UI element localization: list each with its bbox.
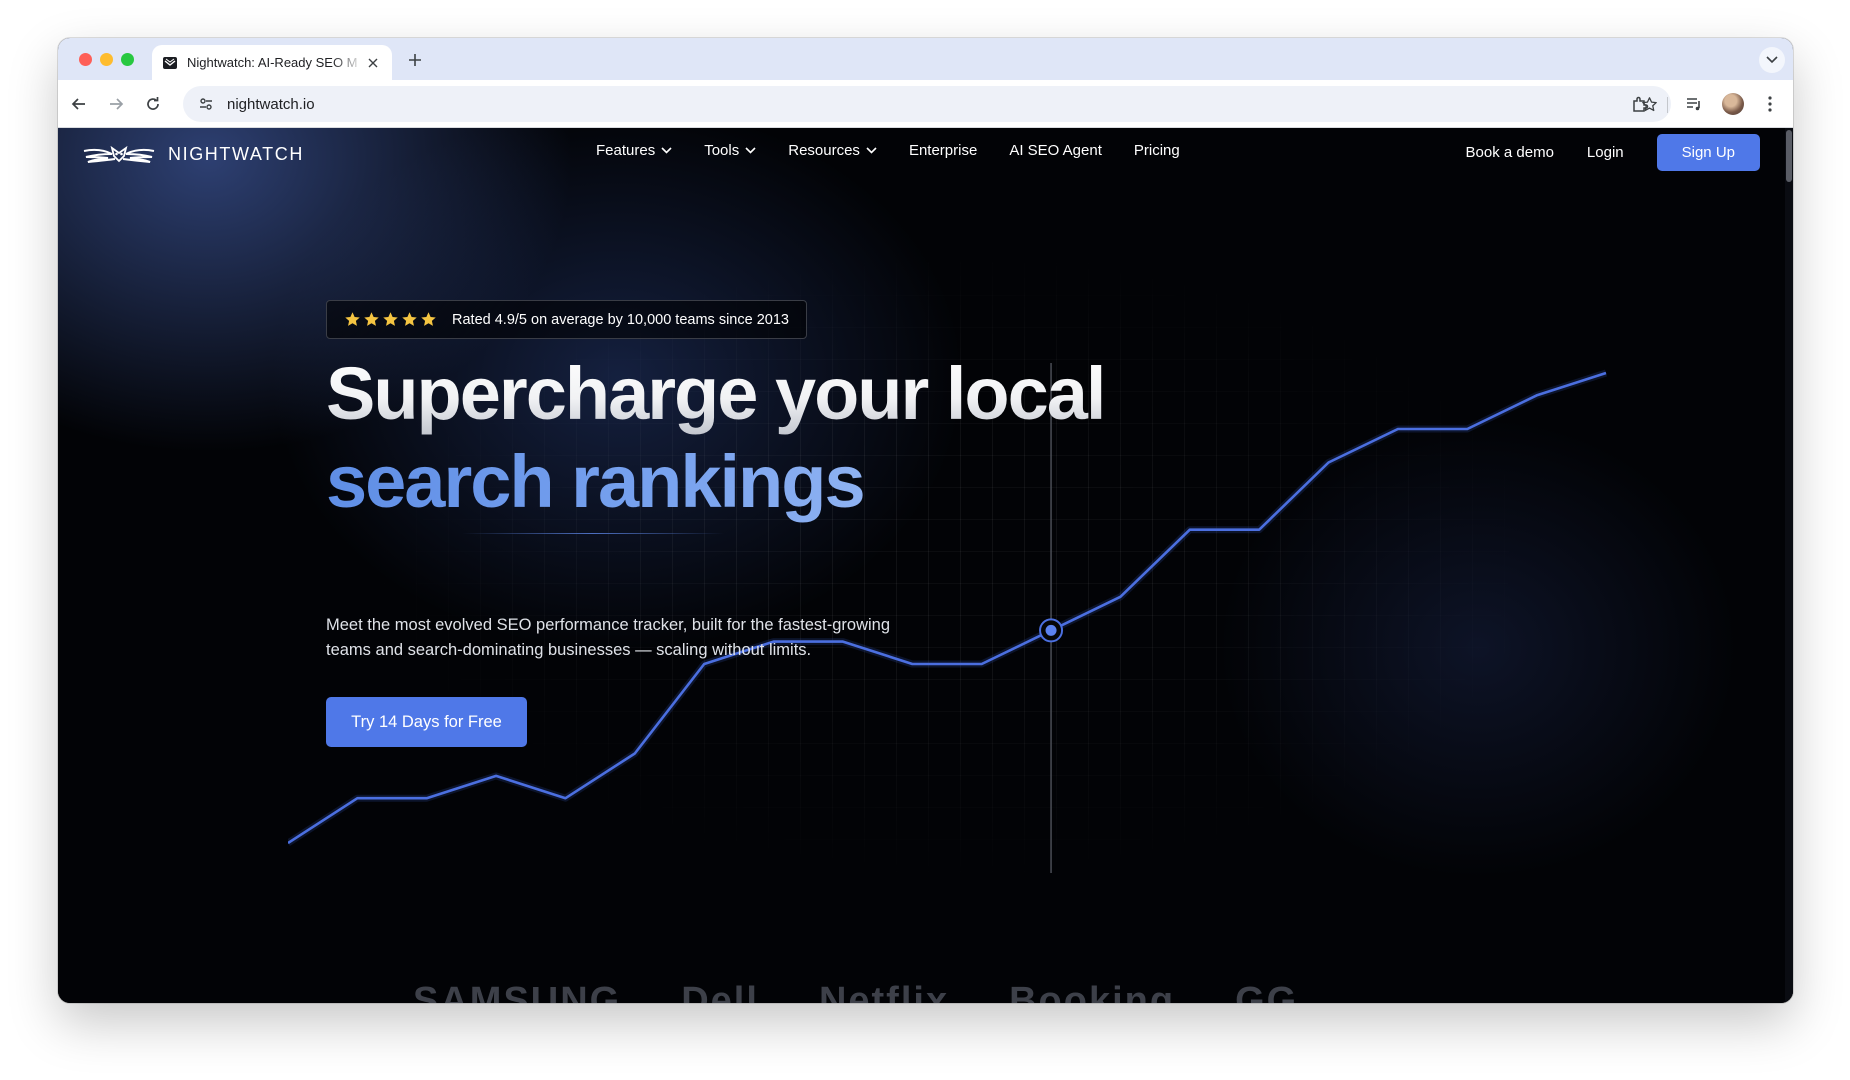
free-trial-button[interactable]: Try 14 Days for Free [326,697,527,747]
hero-headline: Supercharge your local search rankings [326,350,1106,526]
nav-enterprise[interactable]: Enterprise [909,142,977,159]
browser-menu-icon[interactable] [1756,90,1784,118]
tab-search-icon[interactable] [1759,47,1785,73]
media-control-icon[interactable] [1680,90,1708,118]
extensions-icon[interactable] [1626,90,1654,118]
nav-actions: Book a demo Login Sign Up [1466,134,1760,171]
sign-up-button[interactable]: Sign Up [1656,134,1760,171]
profile-avatar[interactable] [1722,93,1744,115]
scrollbar-thumb[interactable] [1786,130,1792,182]
client-logo: Netflix [818,980,950,1003]
tab-strip: Nightwatch: AI-Ready SEO M [58,38,1793,80]
nav-ai-seo-agent[interactable]: AI SEO Agent [1009,142,1102,159]
star-icon [383,312,398,326]
client-logo: Dell [681,980,759,1003]
star-icon [402,312,417,326]
main-nav: Features Tools Resources Enterprise AI S… [596,142,1180,159]
page-scrollbar[interactable] [1785,128,1793,1003]
headline-line-2: search rankings [326,438,1105,526]
chart-highlight-point [1045,624,1057,636]
nightwatch-logo[interactable]: NIGHTWATCH [82,142,304,166]
client-logo: GG [1235,980,1299,1003]
close-tab-icon[interactable] [364,54,382,72]
browser-toolbar: nightwatch.io [58,80,1793,128]
nav-resources[interactable]: Resources [788,142,877,159]
client-logo: SAMSUNG [413,980,622,1003]
star-icon [421,312,436,326]
brand-name: NIGHTWATCH [168,143,304,164]
nav-features-label: Features [596,142,656,159]
nav-features[interactable]: Features [596,142,672,159]
star-icon [345,312,360,326]
hero-subtitle: Meet the most evolved SEO performance tr… [326,616,891,659]
webpage: NIGHTWATCH Features Tools Resources Ente… [58,128,1793,1003]
star-icon [364,312,379,326]
minimize-window-button[interactable] [100,53,113,66]
close-window-button[interactable] [79,53,92,66]
maximize-window-button[interactable] [121,53,134,66]
rating-stars [344,311,437,328]
client-logos: SAMSUNG Dell Netflix Booking GG [58,980,1793,1003]
back-icon[interactable] [65,90,93,118]
rating-badge: Rated 4.9/5 on average by 10,000 teams s… [326,300,807,339]
address-bar[interactable]: nightwatch.io [183,86,1671,122]
headline-underline [462,533,724,534]
nightwatch-favicon-icon [162,55,178,71]
chevron-down-icon [745,147,756,154]
book-demo-link[interactable]: Book a demo [1466,144,1554,161]
browser-tab[interactable]: Nightwatch: AI-Ready SEO M [152,45,392,80]
owl-wings-icon [83,145,155,163]
rating-text: Rated 4.9/5 on average by 10,000 teams s… [452,311,789,328]
new-tab-icon[interactable] [403,48,427,72]
url-text[interactable]: nightwatch.io [227,96,315,113]
client-logo: Booking [1009,980,1176,1003]
headline-line-1: Supercharge your local [326,350,1106,438]
chevron-down-icon [866,147,877,154]
login-link[interactable]: Login [1587,144,1624,161]
forward-icon[interactable] [102,90,130,118]
nav-pricing[interactable]: Pricing [1134,142,1180,159]
toolbar-divider [1667,97,1668,113]
site-info-icon[interactable] [191,89,221,119]
nav-tools[interactable]: Tools [704,142,756,159]
tab-title: Nightwatch: AI-Ready SEO M [187,55,358,70]
reload-icon[interactable] [139,90,167,118]
chevron-down-icon [661,147,672,154]
browser-window: Nightwatch: AI-Ready SEO M nightwatch.io [58,38,1793,1003]
nav-resources-label: Resources [788,142,860,159]
nav-tools-label: Tools [704,142,740,159]
